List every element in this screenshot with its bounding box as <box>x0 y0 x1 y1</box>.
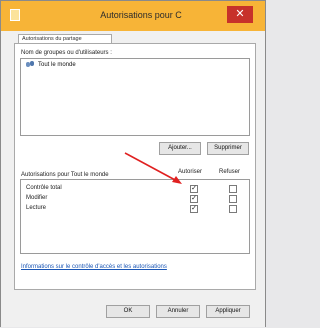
cancel-button[interactable]: Annuler <box>156 305 200 318</box>
ok-button[interactable]: OK <box>106 305 150 318</box>
apply-button[interactable]: Appliquer <box>206 305 250 318</box>
permissions-dialog: Autorisations pour C ✕ Autorisations du … <box>0 0 266 327</box>
annotation-arrow <box>124 152 182 184</box>
dialog-footer: OK Annuler Appliquer <box>1 295 265 327</box>
